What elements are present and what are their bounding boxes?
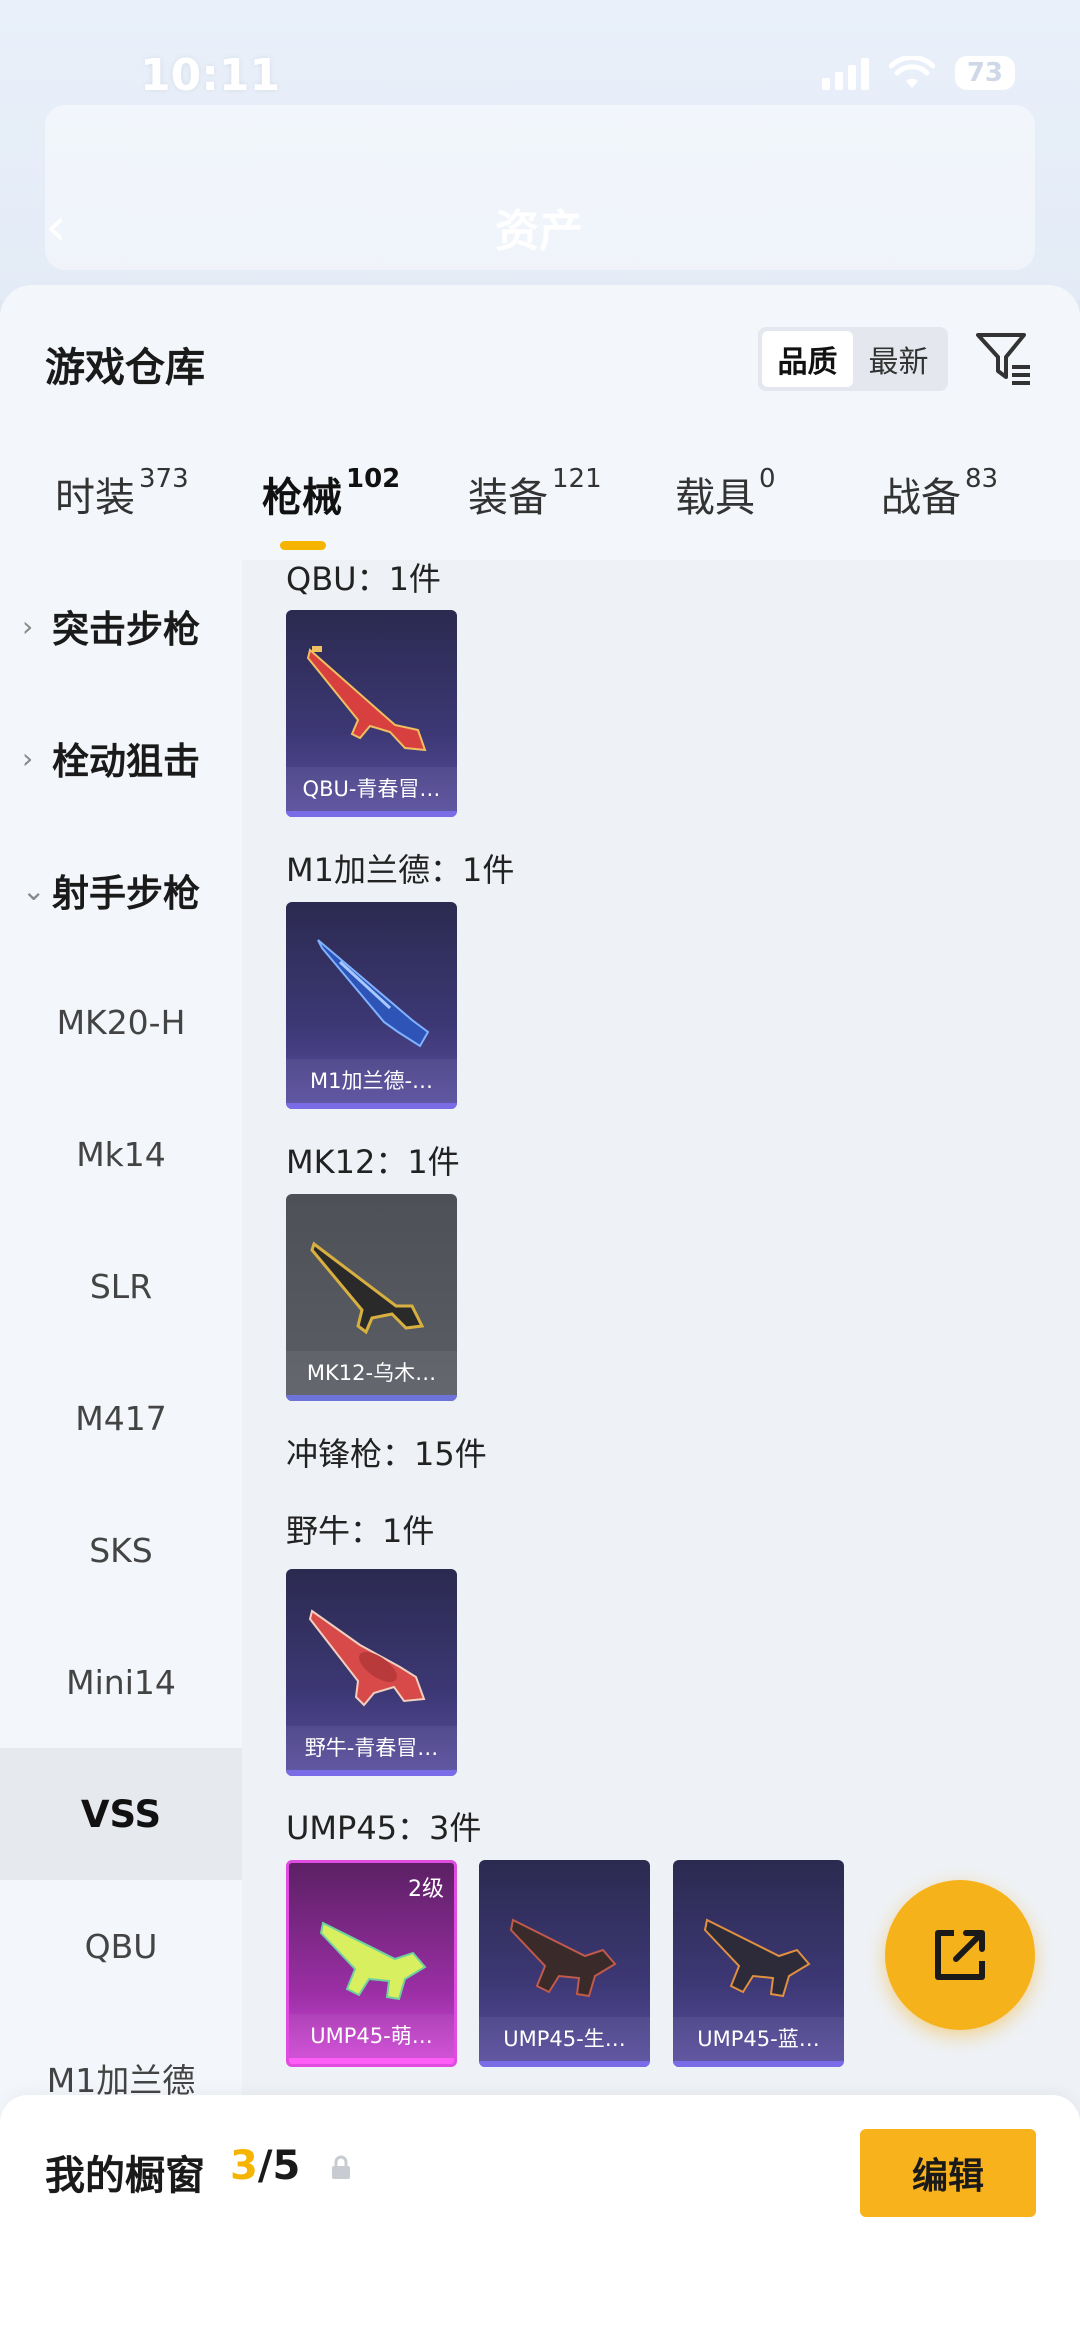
weapon-card[interactable]: 2级 UMP45-萌… (286, 1860, 457, 2067)
sheet-header: 游戏仓库 品质 最新 时装 373 枪械 102 装备 121 载具 0 战备 … (0, 285, 1080, 560)
ump45-smg-icon (509, 1918, 617, 1998)
tab-count: 0 (759, 463, 776, 494)
tab-count: 83 (965, 463, 999, 494)
sort-quality-option[interactable]: 品质 (762, 331, 853, 387)
back-chevron-icon[interactable]: ‹ (45, 195, 67, 258)
sidebar-item-mk14[interactable]: Mk14 (0, 1088, 242, 1220)
sidebar-category-assault-rifle[interactable]: › 突击步枪 (0, 560, 242, 692)
section-label: UMP45：3件 (286, 1809, 482, 1847)
sidebar-item-mk20h[interactable]: MK20-H (0, 956, 242, 1088)
sidebar-category-bolt-sniper[interactable]: › 栓动狙击 (0, 692, 242, 824)
lock-icon (332, 2155, 350, 2179)
page-title: 资产 (495, 206, 583, 257)
tab-label: 装备 (468, 475, 548, 521)
weapon-card[interactable]: M1加兰德-… (286, 902, 457, 1109)
status-icons: 73 (821, 56, 1015, 90)
weapon-card-name: MK12-乌木… (286, 1351, 457, 1395)
weapon-card[interactable]: QBU-青春冒… (286, 610, 457, 817)
tab-count: 373 (139, 463, 189, 494)
weapon-card[interactable]: UMP45-生… (479, 1860, 650, 2067)
ump45-smg-icon (703, 1918, 811, 1998)
showcase-count: 3/5 (230, 2143, 300, 2189)
warehouse-title: 游戏仓库 (45, 345, 205, 391)
rarity-bar (286, 1395, 457, 1401)
wifi-icon (888, 56, 935, 88)
rarity-bar (286, 811, 457, 817)
sidebar-item-vss[interactable]: VSS (0, 1748, 242, 1880)
tab-equipment[interactable]: 装备 121 (468, 463, 602, 560)
weapon-card[interactable]: UMP45-蓝… (673, 1860, 844, 2067)
sort-latest-option[interactable]: 最新 (853, 331, 944, 387)
category-label: 突击步枪 (52, 608, 200, 651)
warehouse-sheet: 游戏仓库 品质 最新 时装 373 枪械 102 装备 121 载具 0 战备 … (0, 285, 1080, 2341)
sidebar-category-marksman-rifle[interactable]: ⌄ 射手步枪 (0, 824, 242, 956)
category-tabs: 时装 373 枪械 102 装备 121 载具 0 战备 83 (0, 463, 1080, 560)
tab-label: 时装 (55, 475, 135, 521)
cellular-signal-icon (821, 56, 869, 90)
tab-count: 102 (346, 463, 401, 494)
bizon-smg-icon (308, 1609, 426, 1707)
category-label: 栓动狙击 (52, 740, 200, 783)
battery-indicator: 73 (954, 56, 1015, 90)
tab-label: 战备 (881, 475, 961, 521)
tab-vehicles[interactable]: 载具 0 (675, 463, 776, 560)
rarity-bar (286, 1770, 457, 1776)
chevron-right-icon: › (22, 741, 34, 775)
level-badge: 2级 (408, 1877, 444, 1902)
showcase-bar: 我的橱窗 3/5 编辑 (0, 2095, 1080, 2341)
tab-supplies[interactable]: 战备 83 (881, 463, 999, 560)
filter-icon[interactable] (972, 327, 1034, 389)
rarity-bar (286, 1103, 457, 1109)
m1-garand-rifle-icon (317, 939, 430, 1048)
section-label: MK12：1件 (286, 1143, 460, 1181)
share-button[interactable] (885, 1880, 1035, 2030)
mk12-rifle-icon (310, 1241, 425, 1335)
tab-fashion[interactable]: 时装 373 (55, 463, 189, 560)
weapon-card-name: UMP45-蓝… (673, 2017, 844, 2061)
chevron-right-icon: › (22, 609, 34, 643)
tab-label: 枪械 (262, 475, 342, 521)
weapon-card-name: 野牛-青春冒… (286, 1726, 457, 1770)
active-tab-indicator (280, 541, 326, 550)
qbu-rifle-icon (306, 646, 427, 752)
sidebar-item-qbu[interactable]: QBU (0, 1880, 242, 2012)
sort-toggle: 品质 最新 (758, 327, 948, 391)
category-label: 射手步枪 (52, 872, 200, 915)
weapon-card-name: UMP45-生… (479, 2017, 650, 2061)
weapon-card[interactable]: 野牛-青春冒… (286, 1569, 457, 1776)
showcase-title: 我的橱窗 (45, 2153, 205, 2199)
showcase-current: 3 (230, 2143, 258, 2189)
weapon-card-name: QBU-青春冒… (286, 767, 457, 811)
section-label: 冲锋枪：15件 (286, 1435, 487, 1473)
weapon-list: QBU：1件 QBU-青春冒… M1加兰德：1件 M1加兰德-… MK12：1件 (242, 560, 1080, 2341)
rarity-bar (289, 2058, 454, 2064)
edit-button[interactable]: 编辑 (860, 2129, 1036, 2217)
sidebar-item-sks[interactable]: SKS (0, 1484, 242, 1616)
tab-count: 121 (552, 463, 602, 494)
section-label: M1加兰德：1件 (286, 851, 515, 889)
tab-label: 载具 (675, 475, 755, 521)
showcase-total: /5 (257, 2143, 301, 2189)
rarity-bar (673, 2061, 844, 2067)
status-time: 10:11 (140, 50, 281, 101)
weapon-card-name: M1加兰德-… (286, 1059, 457, 1103)
share-export-icon (935, 1930, 985, 1980)
weapon-card-name: UMP45-萌… (289, 2014, 454, 2058)
tab-guns[interactable]: 枪械 102 (262, 463, 401, 560)
chevron-down-icon: ⌄ (22, 873, 46, 907)
weapon-card[interactable]: MK12-乌木… (286, 1194, 457, 1401)
sidebar-item-m417[interactable]: M417 (0, 1352, 242, 1484)
rarity-bar (479, 2061, 650, 2067)
sidebar-item-slr[interactable]: SLR (0, 1220, 242, 1352)
sidebar-item-mini14[interactable]: Mini14 (0, 1616, 242, 1748)
section-label: 野牛：1件 (286, 1512, 435, 1550)
section-label: QBU：1件 (286, 560, 441, 598)
weapon-category-sidebar: › 突击步枪 › 栓动狙击 ⌄ 射手步枪 MK20-H Mk14 SLR M41… (0, 560, 242, 2341)
